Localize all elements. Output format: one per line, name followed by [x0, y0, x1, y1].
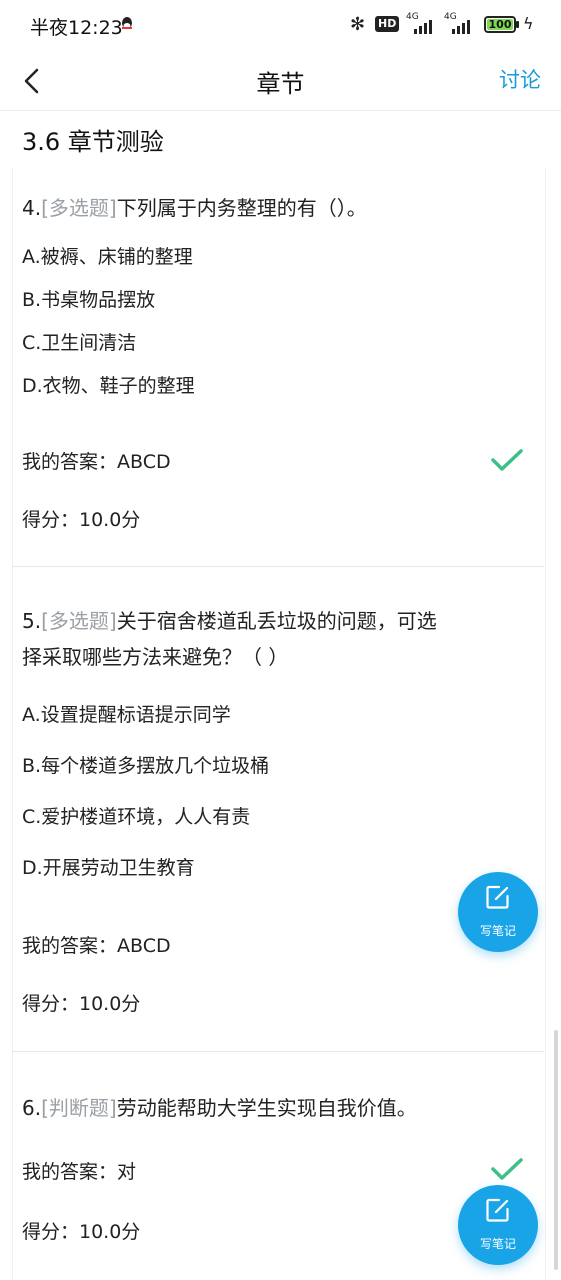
bluetooth-icon: ✻ — [350, 14, 366, 35]
battery-icon: 100 — [484, 16, 516, 33]
question-text-5: 5.[多选题]关于宿舍楼道乱丢垃圾的问题，可选 择采取哪些方法来避免？（ ） — [22, 609, 437, 669]
hd-badge: HD — [375, 16, 400, 32]
option-d: D.开展劳动卫生教育 — [22, 857, 195, 879]
question-type: [判断题] — [41, 1096, 117, 1120]
scrollbar[interactable] — [554, 1030, 558, 1270]
discuss-button[interactable]: 讨论 — [499, 64, 541, 94]
charging-icon: ϟ — [523, 14, 534, 33]
option-c: C.爱护楼道环境，人人有责 — [22, 806, 251, 828]
option-d: D.衣物、鞋子的整理 — [22, 375, 195, 397]
page-title: 章节 — [256, 70, 305, 98]
question-text-4: 4.[多选题]下列属于内务整理的有（）。 — [22, 196, 367, 220]
section-title: 3.6 章节测验 — [22, 128, 164, 156]
write-note-label: 写笔记 — [479, 1237, 516, 1251]
signal-icon-1: 4G — [406, 12, 436, 34]
score: 得分：10.0分 — [22, 1221, 141, 1243]
write-note-label: 写笔记 — [479, 924, 516, 938]
option-c: C.卫生间清洁 — [22, 332, 137, 354]
correct-check-icon — [491, 1158, 523, 1180]
correct-check-icon — [491, 449, 523, 471]
option-b: B.每个楼道多摆放几个垃圾桶 — [22, 755, 270, 777]
question-type: [多选题] — [41, 196, 117, 220]
question-type: [多选题] — [41, 609, 117, 633]
score: 得分：10.0分 — [22, 509, 141, 531]
edit-note-icon — [486, 885, 509, 909]
score: 得分：10.0分 — [22, 993, 141, 1015]
status-bar: 半夜12:23 ✻ HD 4G 4G 100 ϟ — [0, 0, 561, 52]
option-a: A.被褥、床铺的整理 — [22, 246, 193, 268]
my-answer: 我的答案：ABCD — [22, 451, 171, 473]
my-answer: 我的答案：ABCD — [22, 935, 171, 957]
my-answer: 我的答案：对 — [22, 1161, 137, 1183]
option-b: B.书桌物品摆放 — [22, 289, 156, 311]
signal-icon-2: 4G — [444, 12, 474, 34]
option-a: A.设置提醒标语提示同学 — [22, 704, 231, 726]
question-text-6: 6.[判断题]劳动能帮助大学生实现自我价值。 — [22, 1096, 417, 1120]
write-note-button[interactable]: 写笔记 — [458, 1185, 538, 1265]
qq-icon — [122, 17, 132, 29]
write-note-button[interactable]: 写笔记 — [458, 872, 538, 952]
nav-header: 章节 讨论 — [0, 52, 561, 111]
status-time: 半夜12:23 — [30, 17, 123, 39]
battery-cap — [516, 21, 519, 28]
edit-note-icon — [486, 1198, 509, 1222]
